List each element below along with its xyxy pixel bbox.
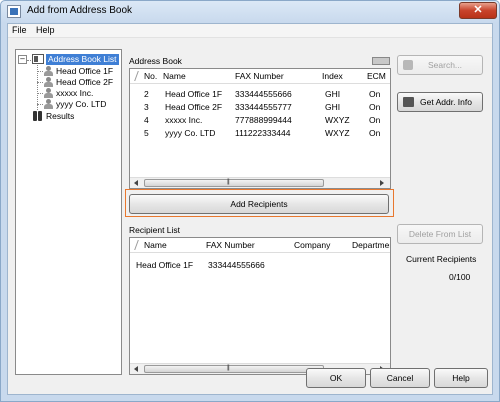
cell-index: GHI: [325, 89, 341, 99]
recipient-list[interactable]: Name FAX Number Company Department Head …: [129, 237, 391, 375]
scroll-left-arrow[interactable]: [134, 180, 138, 186]
tree-item-head-office-2f[interactable]: Head Office 2F: [56, 77, 113, 88]
column-no[interactable]: No.: [144, 71, 157, 81]
ok-button[interactable]: OK: [306, 368, 366, 388]
cancel-button[interactable]: Cancel: [370, 368, 430, 388]
address-book-list[interactable]: No. Name FAX Number Index ECM 2 Head Off…: [129, 68, 391, 189]
recipient-list-header: Name FAX Number Company Department: [130, 238, 390, 253]
cell-no: 4: [144, 115, 149, 125]
address-book-hscrollbar[interactable]: |||: [130, 177, 390, 188]
cell-fax: 111222333444: [235, 128, 291, 138]
get-addr-info-button[interactable]: Get Addr. Info: [397, 92, 483, 112]
scroll-grip: |||: [227, 179, 230, 185]
search-button-label: Search...: [427, 60, 463, 70]
results-icon: [32, 111, 44, 121]
address-book-label: Address Book: [129, 56, 182, 66]
help-button[interactable]: Help: [434, 368, 488, 388]
cell-name: Head Office 1F: [136, 260, 194, 270]
scroll-grip: |||: [227, 365, 230, 371]
address-book-tree[interactable]: – Address Book List Head Office 1F Head …: [15, 49, 122, 375]
close-button[interactable]: ✕: [459, 2, 497, 19]
add-from-address-book-window: Add from Address Book ✕ File Help – Addr…: [0, 0, 500, 402]
cell-fax: 777888999444: [235, 115, 292, 125]
column-department[interactable]: Department: [352, 240, 390, 250]
scroll-left-arrow[interactable]: [134, 366, 138, 372]
cell-fax: 333444555666: [235, 89, 292, 99]
group-icon: [43, 88, 55, 98]
search-icon: [403, 60, 413, 70]
cell-index: GHI: [325, 102, 341, 112]
cell-index: WXYZ: [325, 128, 350, 138]
group-icon: [43, 77, 55, 87]
delete-from-list-button[interactable]: Delete From List: [397, 224, 483, 244]
column-fax-number[interactable]: FAX Number: [235, 71, 284, 81]
cell-no: 3: [144, 102, 149, 112]
cell-fax: 333444555777: [235, 102, 292, 112]
tree-item-address-book-list[interactable]: Address Book List: [46, 54, 119, 65]
column-index[interactable]: Index: [322, 71, 343, 81]
current-recipients-count: 0/100: [449, 272, 471, 282]
window-title: Add from Address Book: [27, 5, 133, 16]
tree-item-results[interactable]: Results: [46, 111, 74, 122]
title-bar[interactable]: Add from Address Book ✕: [1, 1, 499, 23]
add-recipients-button[interactable]: Add Recipients: [129, 194, 389, 214]
cell-name: xxxxx Inc.: [165, 115, 203, 125]
cell-no: 5: [144, 128, 149, 138]
column-name[interactable]: Name: [163, 71, 186, 81]
tree-collapse-toggle[interactable]: –: [18, 55, 27, 64]
address-info-icon: [403, 97, 414, 107]
search-button[interactable]: Search...: [397, 55, 483, 75]
scroll-thumb[interactable]: [144, 179, 324, 187]
cell-ecm: On: [369, 128, 381, 138]
app-icon: [7, 5, 21, 18]
dialog-client-area: File Help – Address Book List Head Offic…: [7, 23, 493, 395]
tree-item-head-office-1f[interactable]: Head Office 1F: [56, 66, 113, 77]
address-book-icon: [32, 54, 44, 64]
menu-file[interactable]: File: [12, 25, 27, 35]
column-name[interactable]: Name: [144, 240, 167, 250]
cell-index: WXYZ: [325, 115, 350, 125]
group-icon: [43, 66, 55, 76]
get-addr-info-label: Get Addr. Info: [420, 97, 472, 107]
cell-ecm: On: [369, 89, 381, 99]
column-ecm[interactable]: ECM: [367, 71, 386, 81]
menu-help[interactable]: Help: [36, 25, 55, 35]
view-toggle-icon[interactable]: [372, 57, 390, 65]
cell-ecm: On: [369, 115, 381, 125]
address-book-list-header: No. Name FAX Number Index ECM: [130, 69, 390, 84]
menu-bar: File Help: [8, 24, 492, 38]
cell-name: yyyy Co. LTD: [165, 128, 216, 138]
tree-item-xxxxx-inc[interactable]: xxxxx Inc.: [56, 88, 93, 99]
scroll-thumb[interactable]: [144, 365, 324, 373]
column-fax-number[interactable]: FAX Number: [206, 240, 255, 250]
cell-no: 2: [144, 89, 149, 99]
scroll-right-arrow[interactable]: [380, 180, 384, 186]
cell-fax: 333444555666: [208, 260, 265, 270]
group-icon: [43, 99, 55, 109]
cell-name: Head Office 2F: [165, 102, 223, 112]
cell-name: Head Office 1F: [165, 89, 223, 99]
column-company[interactable]: Company: [294, 240, 330, 250]
cell-ecm: On: [369, 102, 381, 112]
recipient-list-label: Recipient List: [129, 225, 181, 235]
current-recipients-label: Current Recipients: [406, 254, 477, 264]
tree-item-yyyy-co-ltd[interactable]: yyyy Co. LTD: [56, 99, 106, 110]
